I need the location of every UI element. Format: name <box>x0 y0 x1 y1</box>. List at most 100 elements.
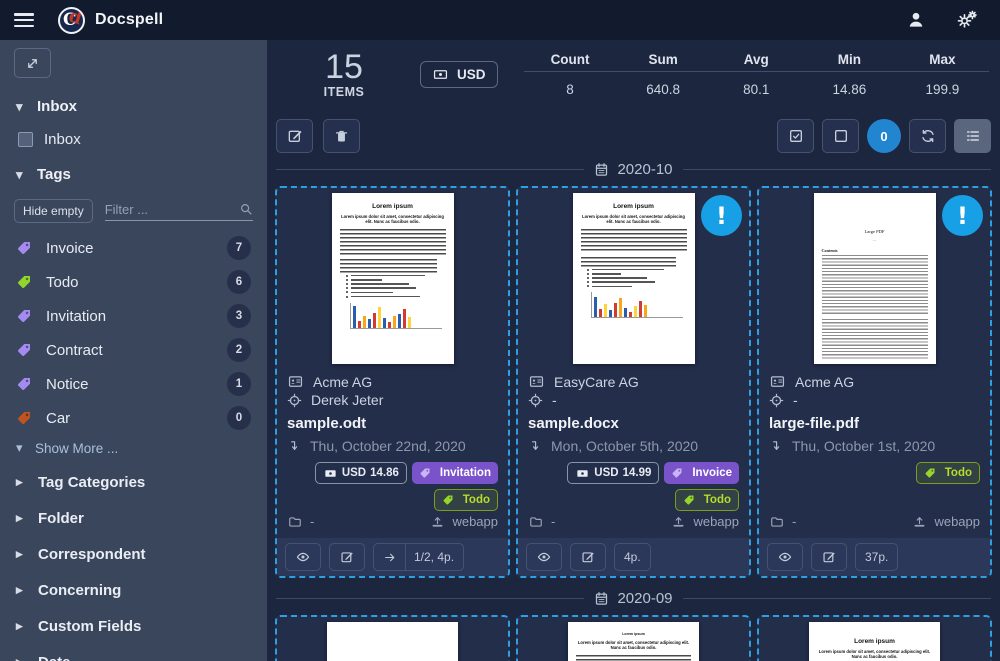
tag-item-contract[interactable]: Contract 2 <box>14 333 253 367</box>
document-preview: Keywords in PDF — <box>277 617 508 661</box>
edit-items-button[interactable] <box>276 119 313 153</box>
tag-count-badge: 7 <box>227 236 251 260</box>
tag-item-todo[interactable]: Todo 6 <box>14 265 253 299</box>
folder-icon <box>769 515 785 529</box>
card-badges: USD 14.99 Invoice Todo <box>528 462 739 512</box>
inbox-checkbox[interactable] <box>18 132 33 147</box>
crosshair-icon <box>769 393 784 408</box>
card-meta: EasyCare AG - sample.docx Mon, October 5… <box>518 364 749 533</box>
tag-item-car[interactable]: Car 0 <box>14 401 253 435</box>
item-card[interactable]: Lorem ipsum Lorem ipsum dolor sit amet, … <box>757 615 992 661</box>
edit-item-button[interactable] <box>811 543 847 571</box>
stats-val-sum: 640.8 <box>617 72 710 101</box>
menu-hamburger-icon[interactable] <box>14 13 34 27</box>
delete-items-button[interactable] <box>323 119 360 153</box>
sidebar-section-concerning[interactable]: ▸ Concerning <box>14 572 253 608</box>
tag-count-badge: 0 <box>227 406 251 430</box>
item-card-sample-odt[interactable]: Lorem ipsum Lorem ipsum dolor sit amet, … <box>275 186 510 578</box>
sidebar-section-correspondent[interactable]: ▸ Correspondent <box>14 536 253 572</box>
pages-label: 4p. <box>614 543 651 571</box>
arrow-down-icon <box>287 439 301 454</box>
tag-icon <box>683 494 700 506</box>
money-bill-icon <box>432 67 449 82</box>
edit-icon <box>287 128 303 144</box>
item-date-row: Mon, October 5th, 2020 <box>528 438 739 454</box>
currency-filter-button[interactable]: USD <box>420 61 498 88</box>
check-square-icon <box>788 128 804 144</box>
item-date-row: Thu, October 1st, 2020 <box>769 438 980 454</box>
tag-icon <box>419 467 436 479</box>
item-card-large-file-pdf[interactable]: Large PDF — Contents ! Acme AG <box>757 186 992 578</box>
tag-icon <box>16 342 33 358</box>
refresh-button[interactable] <box>909 119 946 153</box>
caret-right-icon: ▸ <box>16 618 26 634</box>
date-group-header: 2020-10 <box>276 161 991 178</box>
amount-badge: USD 14.86 <box>315 462 407 484</box>
sidebar-section-custom-fields[interactable]: ▸ Custom Fields <box>14 608 253 644</box>
tag-badge-invoice: Invoice <box>664 462 739 484</box>
upload-icon <box>430 515 445 529</box>
item-card-sample-docx[interactable]: Lorem ipsum Lorem ipsum dolor sit amet, … <box>516 186 751 578</box>
calendar-icon <box>594 591 609 606</box>
next-attachment-button[interactable]: 1/2, 4p. <box>373 543 464 571</box>
sidebar-section-inbox[interactable]: ▾ Inbox <box>14 88 253 125</box>
edit-item-button[interactable] <box>570 543 606 571</box>
item-card[interactable]: Lorem ipsum Lorem ipsum dolor sit amet, … <box>516 615 751 661</box>
sidebar-section-date[interactable]: ▸ Date <box>14 644 253 661</box>
tag-item-invoice[interactable]: Invoice 7 <box>14 231 253 265</box>
tag-item-invitation[interactable]: Invitation 3 <box>14 299 253 333</box>
stats-col-avg: Avg <box>710 48 803 71</box>
deselect-all-button[interactable] <box>822 119 859 153</box>
item-name: sample.odt <box>287 415 498 432</box>
item-cards-row: Lorem ipsum Lorem ipsum dolor sit amet, … <box>274 186 993 578</box>
view-item-button[interactable] <box>285 543 321 571</box>
docspell-app: Cd Docspell ▾ Inbox Inbox <box>0 0 1000 661</box>
sidebar-section-folder[interactable]: ▸ Folder <box>14 500 253 536</box>
tag-filter <box>105 202 253 221</box>
sidebar-section-tags[interactable]: ▾ Tags <box>14 156 253 193</box>
hide-empty-button[interactable]: Hide empty <box>14 199 93 223</box>
view-item-button[interactable] <box>526 543 562 571</box>
amount-badge: USD 14.99 <box>567 462 659 484</box>
list-view-toggle-button[interactable] <box>954 119 991 153</box>
date-group-header: 2020-09 <box>276 590 991 607</box>
inbox-filter-item[interactable]: Inbox <box>14 125 253 156</box>
folder-icon <box>287 515 303 529</box>
stats-val-max: 199.9 <box>896 72 989 101</box>
address-card-icon <box>769 374 786 389</box>
crosshair-icon <box>287 393 302 408</box>
tag-badge-todo: Todo <box>675 489 739 511</box>
stats-val-count: 8 <box>524 72 617 101</box>
document-preview: Lorem ipsum Lorem ipsum dolor sit amet, … <box>518 617 749 661</box>
preview-bar-chart <box>350 303 442 329</box>
settings-gears-icon[interactable] <box>956 10 978 30</box>
edit-item-button[interactable] <box>329 543 365 571</box>
folder-source-row: - webapp <box>769 514 980 529</box>
selected-count-badge: 0 <box>867 119 901 153</box>
alert-exclamation-badge: ! <box>942 195 983 236</box>
expand-sidebar-button[interactable] <box>14 48 51 78</box>
arrow-right-icon <box>383 551 397 564</box>
eye-icon <box>536 550 552 564</box>
top-navbar: Cd Docspell <box>0 0 1000 40</box>
caret-down-icon: ▾ <box>16 167 26 183</box>
caret-down-icon: ▾ <box>16 99 26 115</box>
user-icon[interactable] <box>906 10 926 30</box>
show-more-tags[interactable]: ▾ Show More ... <box>14 435 253 464</box>
toolbar-right: 0 <box>777 119 991 153</box>
app-title: Docspell <box>95 11 163 29</box>
tag-item-notice[interactable]: Notice 1 <box>14 367 253 401</box>
caret-right-icon: ▸ <box>16 510 26 526</box>
caret-down-icon: ▾ <box>16 440 26 456</box>
card-footer: 1/2, 4p. <box>277 538 508 576</box>
select-all-button[interactable] <box>777 119 814 153</box>
sidebar-section-tag-categories[interactable]: ▸ Tag Categories <box>14 464 253 500</box>
tag-filter-input[interactable] <box>105 202 239 217</box>
view-item-button[interactable] <box>767 543 803 571</box>
upload-icon <box>671 515 686 529</box>
item-card[interactable]: Keywords in PDF — <box>275 615 510 661</box>
eye-icon <box>295 550 311 564</box>
stats-col-sum: Sum <box>617 48 710 71</box>
concerning-row: Derek Jeter <box>287 392 498 408</box>
edit-icon <box>822 550 836 564</box>
